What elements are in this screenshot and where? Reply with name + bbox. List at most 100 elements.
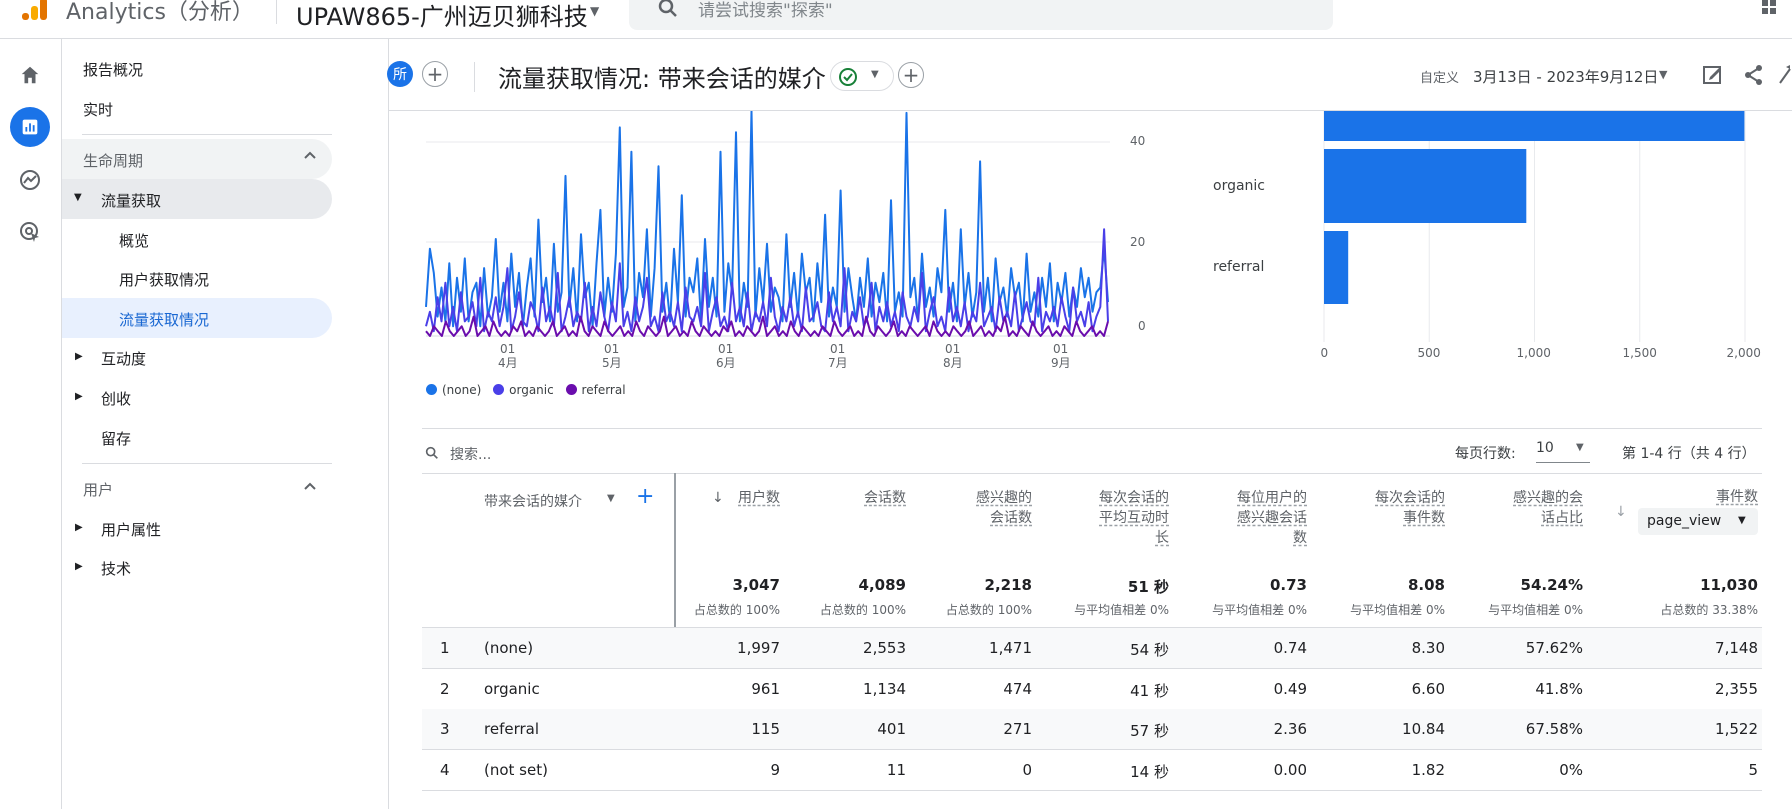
divider: [276, 0, 277, 24]
total-value: 11,030: [1700, 576, 1758, 594]
series-line: [425, 111, 1109, 328]
table-cell: 0.74: [1273, 639, 1307, 657]
sort-arrow-icon[interactable]: ↓: [712, 490, 724, 506]
event-chip-label: page_view: [1647, 513, 1722, 529]
total-subtext: 与平均值相差 0%: [1350, 603, 1445, 617]
reports-icon[interactable]: [10, 107, 50, 147]
total-subtext: 占总数的 100%: [819, 603, 906, 617]
add-button[interactable]: +: [898, 62, 924, 88]
search-placeholder: 请尝试搜索"探索": [698, 1, 833, 21]
share-icon[interactable]: [1742, 63, 1766, 91]
column-header[interactable]: 每次会话的 事件数: [1335, 488, 1445, 528]
rows-per-page-label: 每页行数:: [1455, 446, 1516, 462]
row-divider: [422, 789, 1762, 791]
column-header[interactable]: 会话数: [796, 488, 906, 508]
report-status-chip[interactable]: ▼: [830, 61, 894, 91]
column-header[interactable]: 感兴趣的 会话数: [922, 488, 1032, 528]
row-number: 2: [440, 679, 450, 698]
x-tick-month: 9月: [1051, 356, 1071, 370]
event-name-select[interactable]: page_view ▼: [1638, 508, 1758, 535]
analytics-logo-icon[interactable]: [16, 0, 48, 22]
column-header-label: 每次会话的: [1099, 490, 1169, 506]
table-cell: 8.30: [1411, 639, 1445, 657]
explore-icon[interactable]: [10, 160, 50, 200]
left-rail: [0, 39, 62, 809]
bar[interactable]: [1324, 231, 1349, 304]
nav-monetization[interactable]: 创收: [101, 388, 131, 409]
column-header[interactable]: 每次会话的 平均互动时长: [1059, 488, 1169, 548]
table-cell: 54 秒: [1130, 641, 1169, 659]
report-nav: 报告概况 实时 生命周期 ▼ 流量获取 概览 用户获取情况 流量获取情况 ▶ 互…: [62, 39, 389, 809]
legend-item[interactable]: organic: [493, 383, 554, 397]
column-header-label: 感兴趣的: [976, 490, 1032, 506]
caret-right-icon: ▶: [75, 522, 83, 533]
dimension-value: organic: [484, 679, 540, 698]
column-header-label: 数: [1293, 530, 1307, 546]
add-comparison-button[interactable]: +: [422, 61, 448, 87]
edit-report-icon[interactable]: [1701, 63, 1725, 91]
nav-section-user[interactable]: 用户: [83, 479, 113, 500]
column-header[interactable]: 用户数: [670, 488, 780, 508]
legend-label: referral: [581, 383, 626, 397]
nav-retention[interactable]: 留存: [101, 428, 131, 449]
caret-down-icon: ▼: [74, 192, 82, 203]
date-prefix: 自定义: [1420, 71, 1460, 86]
app-name: Analytics（分析）: [66, 0, 254, 25]
caret-right-icon: ▶: [75, 351, 83, 362]
table-cell: 271: [1003, 720, 1032, 738]
table-cell: 2,553: [863, 639, 906, 657]
x-tick-month: 6月: [716, 356, 736, 370]
chevron-down-icon[interactable]: ▼: [1659, 68, 1667, 81]
line-chart: [425, 111, 1110, 337]
row-number: 1: [440, 639, 450, 657]
add-dimension-icon[interactable]: +: [636, 484, 654, 509]
table-cell: 474: [1003, 679, 1032, 698]
chevron-down-icon[interactable]: ▼: [607, 493, 615, 504]
nav-user-attributes[interactable]: 用户属性: [101, 519, 161, 540]
bar[interactable]: [1324, 149, 1527, 223]
column-header[interactable]: 事件数: [1648, 487, 1758, 507]
table-cell: 5: [1748, 760, 1758, 779]
nav-reports-overview[interactable]: 报告概况: [83, 59, 143, 80]
apps-grid-icon[interactable]: [1760, 0, 1784, 22]
bar[interactable]: [1324, 111, 1745, 141]
nav-overview[interactable]: 概览: [119, 230, 149, 251]
search-icon: [656, 0, 680, 24]
advertising-icon[interactable]: [10, 212, 50, 252]
table-cell: 1,522: [1715, 720, 1758, 738]
dimension-header[interactable]: 带来会话的媒介: [484, 491, 582, 511]
table-cell: 41 秒: [1130, 681, 1169, 700]
nav-engagement[interactable]: 互动度: [101, 348, 146, 369]
nav-realtime[interactable]: 实时: [83, 99, 113, 120]
page-title: 流量获取情况: 带来会话的媒介: [498, 65, 826, 93]
comparison-badge[interactable]: 所: [387, 61, 413, 87]
legend-label: organic: [509, 383, 554, 397]
chevron-up-icon[interactable]: [302, 478, 318, 498]
rows-per-page-select[interactable]: 10 ▼: [1536, 440, 1590, 463]
column-header[interactable]: 每位用户的 感兴趣会话数: [1197, 488, 1307, 548]
column-header-label: 话占比: [1541, 510, 1583, 526]
check-circle-icon: [838, 67, 858, 91]
table-cell: 1.82: [1411, 760, 1445, 779]
legend-item[interactable]: (none): [426, 383, 481, 397]
pagination-info: 第 1-4 行（共 4 行）: [1622, 446, 1756, 462]
total-value: 54.24%: [1520, 576, 1583, 594]
nav-user-acquisition[interactable]: 用户获取情况: [119, 269, 209, 290]
sort-arrow-icon[interactable]: ↓: [1615, 504, 1627, 520]
insights-icon[interactable]: [1778, 63, 1792, 91]
chevron-down-icon[interactable]: ▼: [590, 4, 599, 18]
legend-item[interactable]: referral: [565, 383, 626, 397]
search-icon: [424, 445, 440, 465]
property-selector[interactable]: UPAW865-广州迈贝狮科技: [296, 0, 588, 32]
dimension-value: (none): [484, 639, 534, 657]
chevron-up-icon[interactable]: [302, 147, 318, 167]
dimension-value: referral: [484, 720, 540, 738]
nav-tech[interactable]: 技术: [101, 558, 131, 579]
home-icon[interactable]: [10, 55, 50, 95]
table-cell: 14 秒: [1130, 762, 1169, 781]
table-search-input[interactable]: 搜索...: [450, 444, 491, 464]
column-header-label: 每位用户的: [1237, 490, 1307, 506]
date-range-selector[interactable]: 3月13日 - 2023年9月12日: [1473, 66, 1658, 87]
column-header[interactable]: 感兴趣的会 话占比: [1473, 488, 1583, 528]
total-value: 3,047: [732, 576, 780, 594]
